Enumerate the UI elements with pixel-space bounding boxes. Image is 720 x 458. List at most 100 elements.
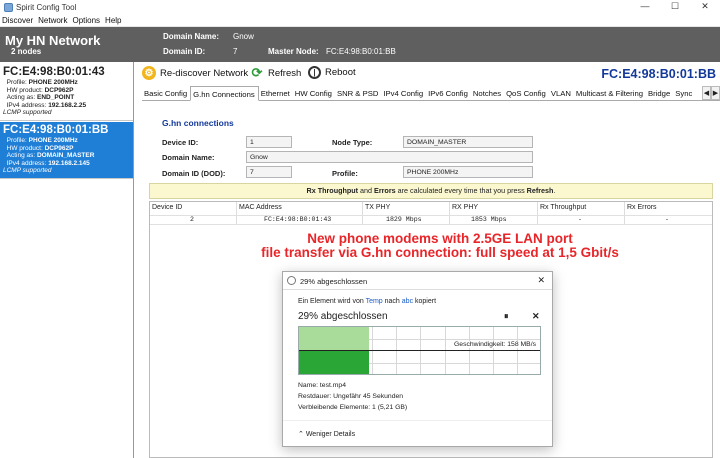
tab-ethernet[interactable]: Ethernet [259,86,293,100]
chevron-up-icon: ⌃ [298,431,304,438]
col-header-mac: MAC Address [239,204,282,211]
device-id-label: Device ID: [162,138,199,147]
grid-line [445,327,446,374]
device-id-field: 1 [246,136,292,148]
grid-line [396,327,397,374]
grid-line [493,327,494,374]
node-item[interactable]: FC:E4:98:B0:01:43 Profile: PHONE 200MHz … [0,64,133,121]
notice-refresh: Refresh [526,186,554,195]
menu-options[interactable]: Options [70,16,103,25]
tab-scroll-left-icon[interactable]: ◀ [702,86,711,100]
network-name: My HN Network [5,33,101,48]
node-item-selected[interactable]: FC:E4:98:B0:01:BB Profile: PHONE 200MHz … [0,122,133,179]
col-header-device-id: Device ID [152,204,183,211]
table-row[interactable]: 2 FC:E4:98:B0:01:43 1829 Mbps 1853 Mbps … [150,215,712,225]
node-list: FC:E4:98:B0:01:43 Profile: PHONE 200MHz … [0,62,134,458]
tab-multicast-filtering[interactable]: Multicast & Filtering [574,86,646,100]
menu-bar: Discover Network Options Help [0,14,720,27]
node-profile: Profile: PHONE 200MHz [3,79,133,87]
domain-id-label: Domain ID: [163,47,206,56]
toolbar: ⚙ Re-discover Network ⟳ Refresh | Reboot… [142,64,720,84]
node-ip-value: 192.168.2.25 [48,101,87,109]
cell-rx-throughput: - [578,216,582,223]
cancel-button[interactable]: ✕ [532,311,540,322]
node-acting-label: Acting as: [6,94,36,102]
node-type-label: Node Type: [332,138,373,147]
less-details-button[interactable]: ⌃ Weniger Details [298,430,355,438]
speed-line [299,350,540,351]
cell-rx-phy: 1853 Mbps [471,216,507,223]
node-lcmp: LCMP supported [3,167,52,175]
rediscover-button[interactable]: ⚙ Re-discover Network [142,66,248,80]
node-ip-label: IPv4 address: [6,159,47,167]
reboot-button[interactable]: | Reboot [308,66,356,79]
gear-icon: ⚙ [142,66,156,80]
maximize-button[interactable]: ☐ [660,0,690,14]
refresh-button[interactable]: ⟳ Refresh [250,65,302,80]
col-header-tx-phy: TX PHY [365,204,391,211]
notice-rx-throughput: Rx Throughput [306,186,359,195]
node-profile-value: PHONE 200MHz [28,79,78,86]
pause-button[interactable]: ⏸ [504,311,509,322]
tab-vlan[interactable]: VLAN [549,86,574,100]
notice-errors: Errors [374,186,396,195]
tab-qos-config[interactable]: QoS Config [504,86,549,100]
menu-help[interactable]: Help [103,16,124,25]
tab-sync[interactable]: Sync [673,86,695,100]
node-ip-label: IPv4 address: [6,101,47,109]
tab-hw-config[interactable]: HW Config [293,86,335,100]
master-node-value: FC:E4:98:B0:01:BB [326,47,396,56]
menu-network[interactable]: Network [36,16,70,25]
node-acting: Acting as: END_POINT [3,94,133,102]
tab-ghn-connections[interactable]: G.hn Connections [190,86,259,101]
divider [283,289,552,290]
refresh-label: Refresh [268,67,302,79]
node-type-field: DOMAIN_MASTER [403,136,533,148]
node-lcmp: LCMP supported [3,109,52,117]
node-ip: IPv4 address: 192.168.2.145 [3,160,133,168]
tab-ipv6-config[interactable]: IPv6 Config [426,86,471,100]
tab-bridge[interactable]: Bridge [646,86,673,100]
tab-notches[interactable]: Notches [471,86,504,100]
node-hw-value: DCP962P [44,144,74,152]
destination-folder-link[interactable]: abc [402,298,413,305]
domain-name-field: Gnow [246,151,533,163]
grid-line [420,327,421,374]
col-header-rx-errors: Rx Errors [627,204,657,211]
window-title: Spirit Config Tool [16,2,77,12]
notice-text: are calculated every time that you press [395,186,527,195]
copy-text: nach [382,298,402,305]
copy-progress-dialog: 29% abgeschlossen ✕ Ein Element wird von… [282,271,553,447]
tab-ipv4-config[interactable]: IPv4 Config [381,86,426,100]
node-mac: FC:E4:98:B0:01:BB [3,124,109,136]
window-titlebar: Spirit Config Tool — ☐ ✕ [0,0,720,14]
profile-field: PHONE 200MHz [403,166,533,178]
source-folder-link[interactable]: Temp [366,298,383,305]
minimize-button[interactable]: — [630,0,660,14]
tab-snr-psd[interactable]: SNR & PSD [335,86,381,100]
grid-line [469,327,470,374]
network-header: My HN Network 2 nodes Domain Name: Gnow … [0,27,720,62]
domain-name-label: Domain Name: [163,32,220,41]
copy-description: Ein Element wird von Temp nach abc kopie… [298,298,436,305]
remaining-time: Restdauer: Ungefähr 45 Sekunden [298,393,404,400]
power-icon: | [308,66,321,79]
tab-basic-config[interactable]: Basic Config [142,86,190,100]
grid-line [517,327,518,374]
node-profile-label: Profile: [6,79,27,86]
menu-discover[interactable]: Discover [0,16,36,25]
profile-label: Profile: [332,169,358,178]
copy-text: kopiert [413,298,437,305]
tab-scroll-right-icon[interactable]: ▶ [711,86,720,100]
grid-line [372,327,373,374]
refresh-icon: ⟳ [251,65,263,80]
col-header-rx-phy: RX PHY [452,204,479,211]
less-details-label: Weniger Details [305,431,356,438]
dialog-close-icon[interactable]: ✕ [537,275,545,286]
divider [283,420,552,421]
close-button[interactable]: ✕ [690,0,720,14]
node-count: 2 nodes [11,47,42,56]
node-hw-label: HW product: [6,86,43,94]
notice-text: and [358,186,375,195]
copy-text: Ein Element wird von [298,298,366,305]
